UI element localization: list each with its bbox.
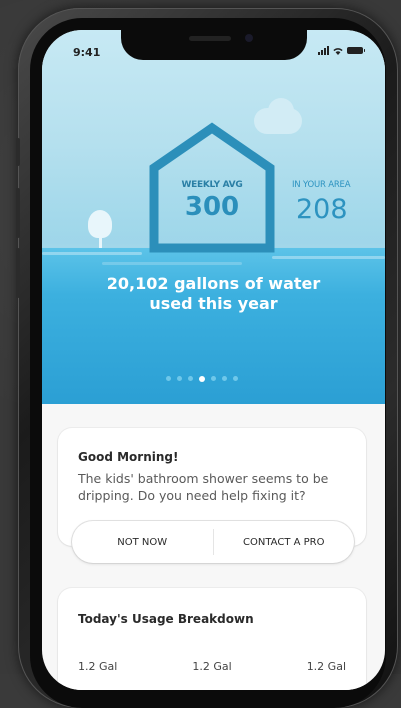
side-button	[16, 188, 20, 238]
usage-card[interactable]: Today's Usage Breakdown 1.2 Gal 1.2 Gal …	[58, 588, 366, 690]
status-icons	[318, 46, 365, 55]
area-label: IN YOUR AREA	[292, 180, 351, 190]
side-button	[16, 138, 20, 166]
wave	[102, 262, 242, 265]
not-now-button[interactable]: NOT NOW	[72, 521, 213, 563]
usage-values: 1.2 Gal 1.2 Gal 1.2 Gal	[78, 660, 346, 673]
wifi-icon	[333, 47, 343, 55]
page-dot[interactable]	[233, 376, 238, 381]
page-dot[interactable]	[222, 376, 227, 381]
greeting-message: The kids' bathroom shower seems to be dr…	[78, 471, 329, 503]
page-indicator[interactable]	[166, 375, 238, 382]
page-dot[interactable]	[166, 376, 171, 381]
speaker	[188, 36, 231, 41]
contact-pro-button[interactable]: CONTACT A PRO	[214, 521, 355, 563]
tree-icon	[88, 210, 112, 248]
area-value: 208	[296, 194, 348, 225]
battery-icon	[347, 47, 365, 54]
wave	[42, 252, 142, 255]
side-button	[16, 248, 20, 298]
yearly-usage-headline: 20,102 gallons of water used this year	[42, 274, 385, 314]
usage-value: 1.2 Gal	[78, 660, 118, 673]
usage-value: 1.2 Gal	[306, 660, 346, 673]
page-dot[interactable]	[188, 376, 193, 381]
headline-line-2: used this year	[149, 294, 278, 313]
weekly-avg-value: 300	[184, 192, 240, 222]
page-dot-active[interactable]	[199, 375, 205, 382]
camera	[244, 34, 253, 42]
greeting-title: Good Morning!	[78, 450, 179, 464]
page-dot[interactable]	[211, 376, 216, 381]
usage-title: Today's Usage Breakdown	[78, 612, 254, 626]
wave	[272, 256, 385, 259]
headline-line-1: 20,102 gallons of water	[106, 274, 321, 293]
status-time: 9:41	[73, 46, 101, 59]
page-dot[interactable]	[177, 376, 182, 381]
action-buttons: NOT NOW CONTACT A PRO	[72, 521, 354, 563]
status-bar: 9:41	[42, 42, 385, 62]
hero-banner[interactable]: WEEKLY AVG 300 IN YOUR AREA 208 20,102 g…	[42, 30, 385, 404]
signal-icon	[318, 46, 329, 55]
usage-value: 1.2 Gal	[192, 660, 232, 673]
phone-screen: 9:41 WEEKLY AVG 300 IN YOUR AREA 208 20,…	[42, 30, 385, 690]
weekly-avg-label: WEEKLY AVG	[181, 180, 243, 190]
